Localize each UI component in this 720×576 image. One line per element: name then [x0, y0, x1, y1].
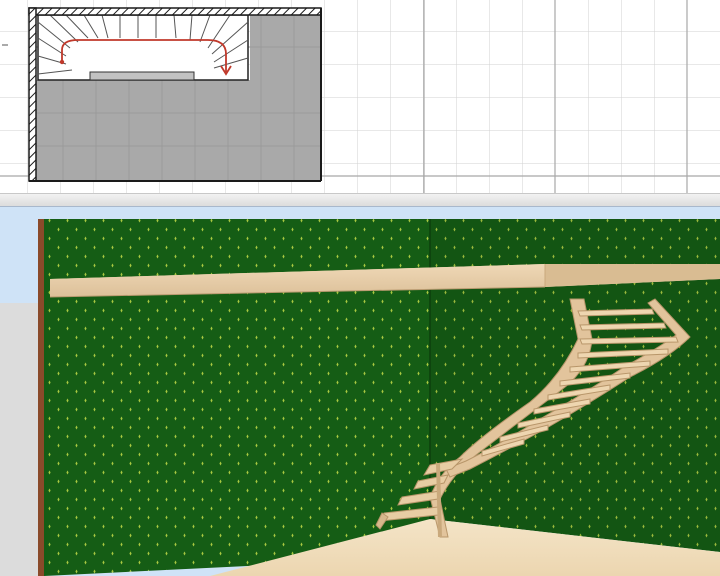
landing-step: [89, 71, 195, 81]
newel-post: [436, 462, 442, 538]
sky-strip: [0, 207, 40, 303]
plan-view[interactable]: [0, 0, 720, 193]
wall-top[interactable]: [28, 7, 322, 16]
staircase-plan[interactable]: [37, 14, 249, 81]
wall-edge: [38, 219, 44, 576]
view-3d[interactable]: [0, 207, 720, 576]
wall-left[interactable]: [28, 7, 37, 182]
room-floor[interactable]: [36, 80, 320, 180]
view-3d-canvas[interactable]: [0, 207, 720, 576]
outside-wall-strip: [0, 303, 40, 576]
pane-splitter[interactable]: [0, 193, 720, 207]
plan-canvas[interactable]: [0, 0, 720, 193]
